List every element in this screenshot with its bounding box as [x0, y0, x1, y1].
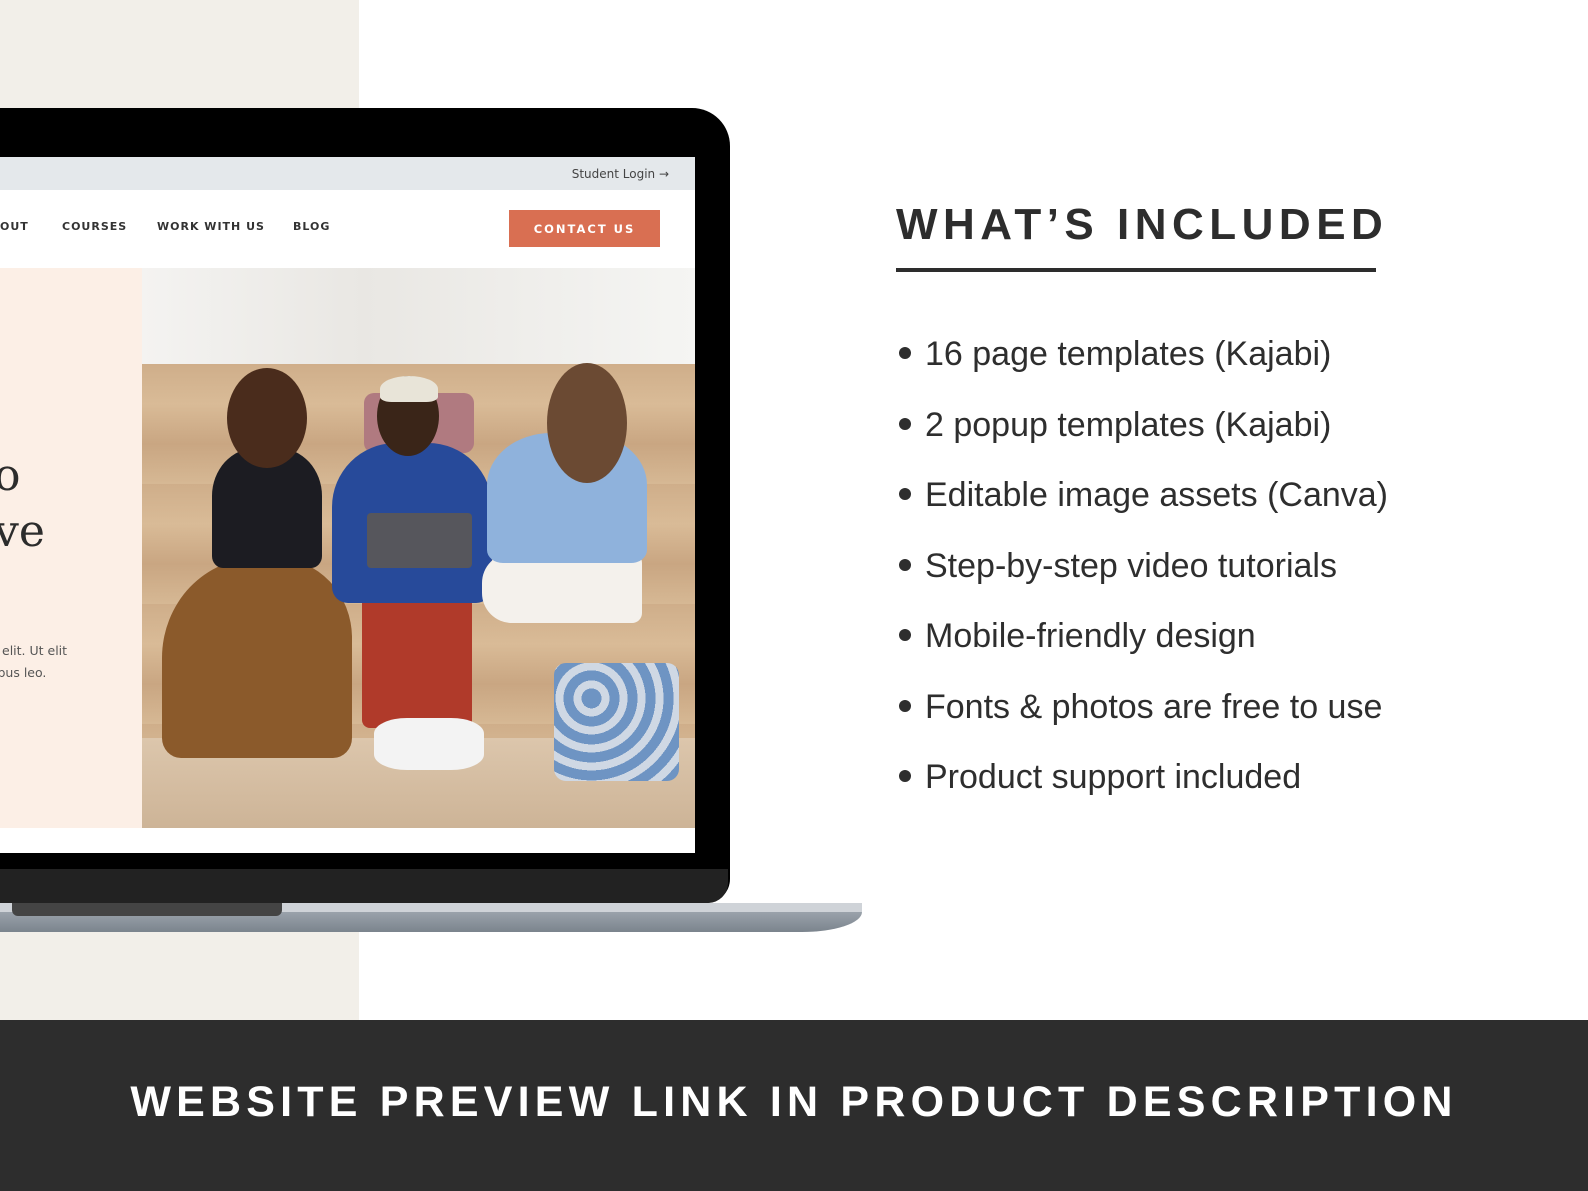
list-item-text: Product support included [925, 758, 1302, 796]
photo-pillow-blue [554, 663, 679, 781]
bottom-banner: WEBSITE PREVIEW LINK IN PRODUCT DESCRIPT… [0, 1020, 1588, 1191]
list-item: Mobile-friendly design [899, 614, 1388, 685]
photo-person-3-head [547, 363, 627, 483]
photo-sneakers [374, 718, 484, 770]
banner-text: WEBSITE PREVIEW LINK IN PRODUCT DESCRIPT… [130, 1078, 1458, 1126]
list-item-text: Editable image assets (Canva) [925, 476, 1389, 514]
included-list: 16 page templates (Kajabi) 2 popup templ… [899, 332, 1388, 826]
bullet-icon [899, 558, 911, 571]
bullet-icon [899, 488, 911, 501]
site-topbar: Student Login → [0, 157, 695, 190]
hero-paragraph-line: elit. Ut elit [2, 643, 68, 658]
list-item-text: Fonts & photos are free to use [925, 687, 1383, 726]
list-item: Product support included [899, 755, 1388, 826]
nav-item-courses[interactable]: COURSES [62, 220, 127, 233]
hero-heading-line: ve [0, 506, 45, 557]
site-nav: OUT COURSES WORK WITH US BLOG CONTACT US [0, 190, 695, 268]
list-item: 16 page templates (Kajabi) [899, 332, 1388, 403]
photo-person-2-hair [380, 376, 438, 402]
bullet-icon [899, 629, 911, 642]
contact-us-button[interactable]: CONTACT US [509, 210, 660, 247]
laptop-notch [12, 903, 282, 916]
hero-text-panel: o ve elit. Ut elit ibus leo. [0, 268, 142, 828]
list-item: 2 popup templates (Kajabi) [899, 403, 1388, 474]
list-item-text: Mobile-friendly design [925, 617, 1256, 655]
hero-paragraph-line: ibus leo. [0, 665, 47, 680]
bullet-icon [899, 417, 911, 430]
bullet-icon [899, 699, 911, 712]
laptop-screen: Student Login → OUT COURSES WORK WITH US… [0, 157, 695, 853]
photo-background-wall [142, 268, 695, 364]
student-login-link[interactable]: Student Login → [572, 167, 669, 181]
whats-included-title: WHAT’S INCLUDED [896, 200, 1389, 249]
screen-bottom-strip [0, 828, 695, 853]
hero-paragraph: elit. Ut elit ibus leo. [0, 640, 68, 684]
photo-laptop [367, 513, 472, 568]
list-item: Editable image assets (Canva) [899, 473, 1388, 544]
photo-person-1-skirt [162, 558, 352, 758]
hero-photo [142, 268, 695, 828]
photo-person-3-skirt [482, 553, 642, 623]
title-underline [896, 268, 1376, 272]
list-item-text: Step-by-step video tutorials [925, 546, 1337, 585]
photo-person-1-head [227, 368, 307, 468]
bullet-icon [899, 347, 911, 360]
laptop-chin [0, 869, 728, 903]
hero-heading-line: o [0, 450, 21, 501]
nav-item-about[interactable]: OUT [0, 220, 29, 233]
bullet-icon [899, 770, 911, 783]
list-item: Fonts & photos are free to use [899, 685, 1388, 756]
list-item-text: 16 page templates (Kajabi) [925, 335, 1332, 373]
hero-heading: o ve [0, 448, 45, 560]
nav-item-blog[interactable]: BLOG [293, 220, 330, 233]
nav-item-work-with-us[interactable]: WORK WITH US [157, 220, 265, 233]
list-item-text: 2 popup templates (Kajabi) [925, 405, 1332, 444]
list-item: Step-by-step video tutorials [899, 544, 1388, 615]
